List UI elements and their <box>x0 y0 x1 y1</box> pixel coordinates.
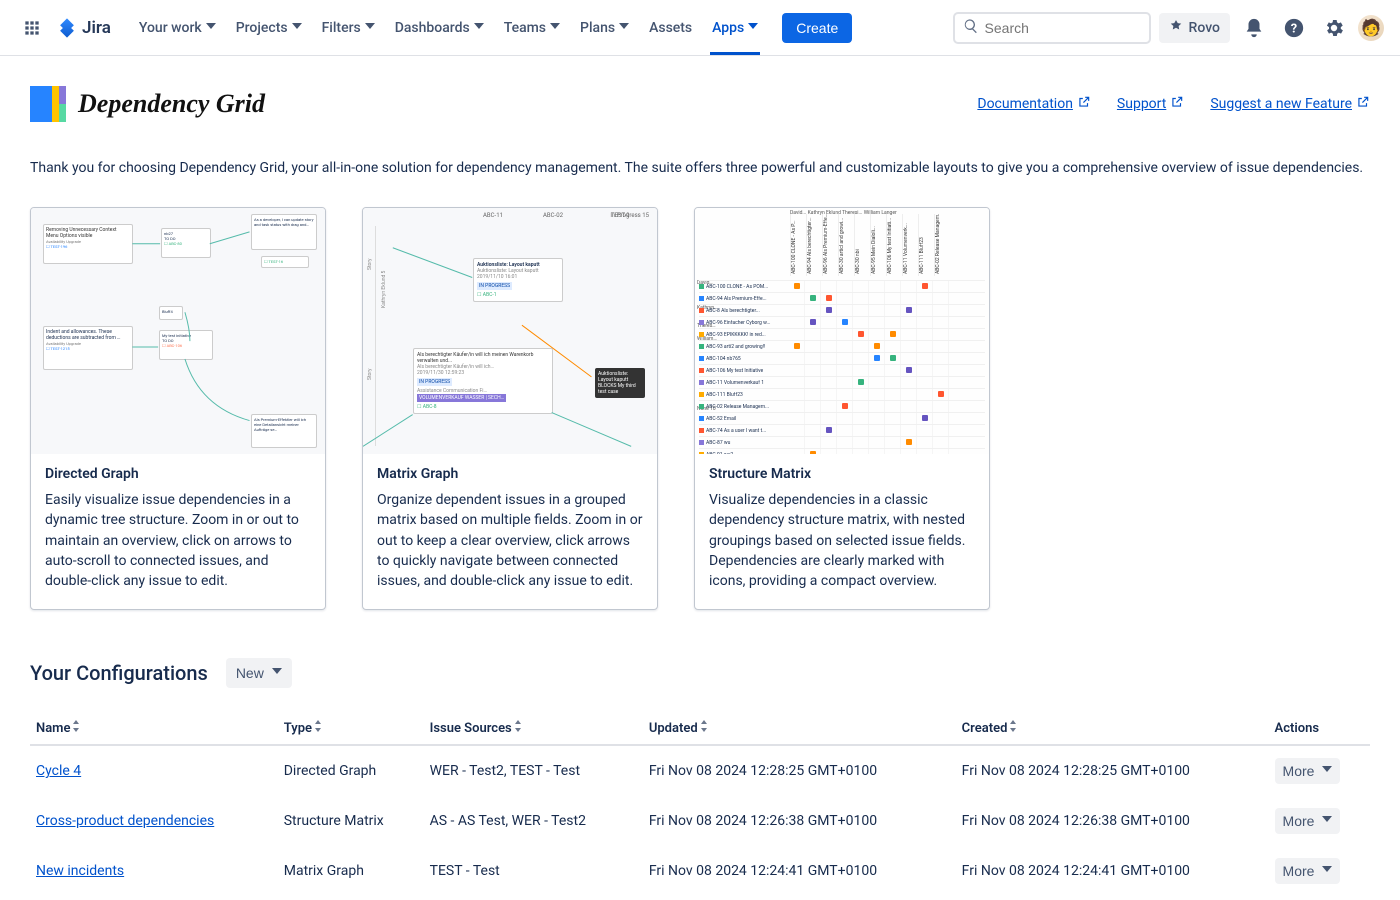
chevron-down-icon <box>1322 766 1332 776</box>
create-button[interactable]: Create <box>782 13 852 43</box>
nav-item-plans[interactable]: Plans <box>572 14 637 42</box>
column-header-type[interactable]: Type <box>278 712 424 745</box>
config-name-link[interactable]: Cross-product dependencies <box>36 813 214 829</box>
rovo-icon <box>1169 19 1183 37</box>
more-button[interactable]: More <box>1275 858 1341 884</box>
documentation-link[interactable]: Documentation <box>977 95 1091 113</box>
top-nav: Jira Your workProjectsFiltersDashboardsT… <box>0 0 1400 56</box>
card-structure-matrix[interactable]: David... Kathryn Eklund Theresi... Willi… <box>694 207 990 610</box>
column-header-actions: Actions <box>1269 712 1370 745</box>
svg-text:?: ? <box>1291 21 1297 36</box>
nav-items: Your workProjectsFiltersDashboardsTeamsP… <box>131 14 766 42</box>
chevron-down-icon <box>206 23 216 33</box>
header-links: Documentation Support Suggest a new Feat… <box>977 95 1370 113</box>
avatar[interactable]: 🧑 <box>1358 15 1384 41</box>
search-field[interactable] <box>985 20 1141 36</box>
help-icon[interactable]: ? <box>1278 12 1310 44</box>
nav-item-your-work[interactable]: Your work <box>131 14 224 42</box>
table-row: Cycle 4Directed GraphWER - Test2, TEST -… <box>30 745 1370 796</box>
external-link-icon <box>1077 95 1091 113</box>
external-link-icon <box>1356 95 1370 113</box>
app-logo-mark <box>30 86 66 122</box>
rovo-button[interactable]: Rovo <box>1159 13 1230 43</box>
jira-logo[interactable]: Jira <box>56 17 111 39</box>
configurations-table: NameTypeIssue SourcesUpdatedCreatedActio… <box>30 712 1370 896</box>
card-description: Easily visualize issue dependencies in a… <box>45 490 311 591</box>
card-matrix-graph[interactable]: ABC-11 ABC-02 TEST-9 In Progress 15 Stor… <box>362 207 658 610</box>
more-button[interactable]: More <box>1275 758 1341 784</box>
page-header: Dependency Grid Documentation Support Su… <box>30 86 1370 122</box>
external-link-icon <box>1170 95 1184 113</box>
page-title: Dependency Grid <box>78 89 265 119</box>
card-thumbnail: Removing Unnecessary Context Menu Option… <box>31 208 325 454</box>
chevron-down-icon <box>272 668 282 678</box>
chevron-down-icon <box>365 23 375 33</box>
layout-cards: Removing Unnecessary Context Menu Option… <box>30 207 1370 610</box>
notifications-icon[interactable] <box>1238 12 1270 44</box>
sort-icon <box>700 720 708 732</box>
rovo-label: Rovo <box>1189 20 1220 36</box>
card-thumbnail: ABC-11 ABC-02 TEST-9 In Progress 15 Stor… <box>363 208 657 454</box>
chevron-down-icon <box>292 23 302 33</box>
column-header-issue-sources[interactable]: Issue Sources <box>424 712 643 745</box>
nav-item-assets[interactable]: Assets <box>641 14 700 42</box>
chevron-down-icon <box>619 23 629 33</box>
table-row: Cross-product dependenciesStructure Matr… <box>30 796 1370 846</box>
page-content: Dependency Grid Documentation Support Su… <box>0 56 1400 900</box>
product-name: Jira <box>82 18 111 38</box>
new-button[interactable]: New <box>226 658 292 688</box>
nav-item-apps[interactable]: Apps <box>704 14 766 42</box>
card-description: Visualize dependencies in a classic depe… <box>709 490 975 591</box>
nav-item-filters[interactable]: Filters <box>314 14 383 42</box>
config-name-link[interactable]: Cycle 4 <box>36 763 81 779</box>
suggest-feature-link[interactable]: Suggest a new Feature <box>1210 95 1370 113</box>
chevron-down-icon <box>748 23 758 33</box>
card-thumbnail: David... Kathryn Eklund Theresi... Willi… <box>695 208 989 454</box>
chevron-down-icon <box>1322 866 1332 876</box>
config-name-link[interactable]: New incidents <box>36 863 124 879</box>
nav-item-dashboards[interactable]: Dashboards <box>387 14 492 42</box>
chevron-down-icon <box>1322 816 1332 826</box>
card-directed-graph[interactable]: Removing Unnecessary Context Menu Option… <box>30 207 326 610</box>
table-row: New incidentsMatrix GraphTEST - TestFri … <box>30 846 1370 896</box>
nav-item-projects[interactable]: Projects <box>228 14 310 42</box>
more-button[interactable]: More <box>1275 808 1341 834</box>
card-description: Organize dependent issues in a grouped m… <box>377 490 643 591</box>
sort-icon <box>1009 720 1017 732</box>
app-logo: Dependency Grid <box>30 86 265 122</box>
card-title: Directed Graph <box>45 466 311 482</box>
support-link[interactable]: Support <box>1117 95 1184 113</box>
chevron-down-icon <box>474 23 484 33</box>
column-header-created[interactable]: Created <box>956 712 1269 745</box>
nav-item-teams[interactable]: Teams <box>496 14 568 42</box>
sort-icon <box>314 720 322 732</box>
settings-icon[interactable] <box>1318 12 1350 44</box>
column-header-name[interactable]: Name <box>30 712 278 745</box>
app-switcher-icon[interactable] <box>16 12 48 44</box>
chevron-down-icon <box>550 23 560 33</box>
card-title: Matrix Graph <box>377 466 643 482</box>
section-title: Your Configurations <box>30 661 208 685</box>
search-icon <box>963 18 979 38</box>
configurations-header: Your Configurations New <box>30 658 1370 688</box>
sort-icon <box>514 720 522 732</box>
intro-text: Thank you for choosing Dependency Grid, … <box>30 158 1370 179</box>
sort-icon <box>72 720 80 732</box>
card-title: Structure Matrix <box>709 466 975 482</box>
search-input[interactable] <box>953 12 1151 44</box>
column-header-updated[interactable]: Updated <box>643 712 956 745</box>
